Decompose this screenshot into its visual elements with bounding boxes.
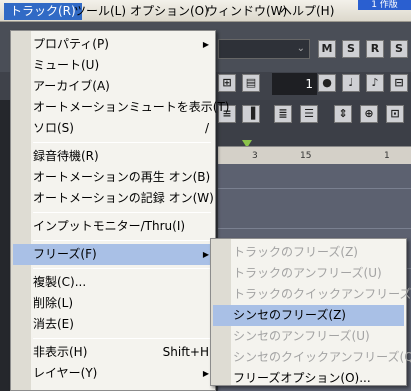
submenu-item-freeze-options[interactable]: フリーズオプション(O)... [213,368,404,389]
ruler-tick-label: 15 [300,151,312,161]
menu-item-duplicate[interactable]: 複製(C)... [13,272,213,293]
menu-item-label: プロパティ(P) [33,37,109,51]
record-button[interactable]: R [366,40,384,58]
submenu-arrow-icon: ▶ [202,369,209,378]
solo-button[interactable]: S [342,40,360,58]
fit-icon[interactable]: ⇕ [334,105,352,123]
submenu-arrow-icon: ▶ [202,40,209,49]
submenu-item-freeze-synth[interactable]: シンセのフリーズ(Z) [213,305,404,326]
submenu-item-freeze-track[interactable]: トラックのフリーズ(Z) [213,242,404,263]
menu-item-label: フリーズ(F) [33,247,97,261]
menu-separator [33,142,211,143]
bars-icon[interactable]: ▐ [242,105,260,123]
menu-separator [33,338,211,339]
menu-help[interactable]: ヘルプ(H) [274,3,340,20]
menu-item-layer[interactable]: レイヤー(Y) ▶ [13,363,213,384]
menu-lines-icon[interactable]: ☰ [300,105,318,123]
track-dropdown[interactable]: ⌄ [218,39,310,59]
menu-separator [33,268,211,269]
menu-item-label: レイヤー(Y) [33,366,98,380]
menu-item-freeze[interactable]: フリーズ(F) ▶ [13,244,213,265]
tool-icon-a[interactable]: ⊞ [218,74,236,92]
menu-item-archive[interactable]: アーカイブ(A) [13,76,213,97]
menu-item-clear[interactable]: 消去(E) [13,314,213,335]
menu-item-label: 非表示(H) [33,345,88,359]
submenu-item-quick-unfreeze-track[interactable]: トラックのクイックアンフリーズ(Q) [213,284,411,305]
menu-item-record-arm[interactable]: 録音待機(R) [13,146,213,167]
zoom-icon[interactable]: ⊡ [386,105,404,123]
menu-item-properties[interactable]: プロパティ(P) ▶ [13,34,213,55]
submenu-item-unfreeze-track[interactable]: トラックのアンフリーズ(U) [213,263,404,284]
menu-item-automation-playback[interactable]: オートメーションの再生 オン(B) [13,167,213,188]
window-title-fragment: 1 作版 [358,0,411,10]
submenu-arrow-icon: ▶ [202,250,209,259]
shortcut-label: Shift+H [162,345,209,359]
menu-item-solo[interactable]: ソロ(S) / [13,118,213,139]
snap-value-field[interactable]: 1 [272,73,317,95]
note-icon[interactable]: ● [318,74,336,92]
menu-item-show-automation-mute[interactable]: オートメーションミュートを表示(T) [13,97,229,118]
track-divider [218,228,411,229]
menu-item-mute[interactable]: ミュート(U) [13,55,213,76]
time-ruler[interactable]: 3 15 1 [218,146,411,164]
freeze-submenu: トラックのフリーズ(Z) トラックのアンフリーズ(U) トラックのクイックアンフ… [210,238,411,389]
menubar: トラック(R) ツール(L) オプション(O) ウィンドウ(W) ヘルプ(H) … [0,0,411,22]
menu-item-hide[interactable]: 非表示(H) Shift+H [13,342,213,363]
menu-tools[interactable]: ツール(L) [68,3,132,20]
tool-icon-b[interactable]: ▤ [242,74,260,92]
ruler-tick-label: 1 [384,151,390,161]
eighth-note-icon[interactable]: ♪ [366,74,384,92]
menu-separator [33,240,211,241]
menu-item-delete[interactable]: 削除(L) [13,293,213,314]
track-divider [218,188,411,189]
submenu-item-unfreeze-synth[interactable]: シンセのアンフリーズ(U) [213,326,404,347]
expand-icon[interactable]: ⊕ [360,105,378,123]
menu-item-automation-record[interactable]: オートメーションの記録 オン(W) [13,188,214,209]
snap-button[interactable]: S [390,40,408,58]
track-menu: プロパティ(P) ▶ ミュート(U) アーカイブ(A) オートメーションミュート… [10,30,229,391]
submenu-item-quick-unfreeze-synth[interactable]: シンセのクイックアンフリーズ(Q) [213,347,411,368]
align-icon[interactable]: ≣ [274,105,292,123]
menu-item-label: ソロ(S) [33,121,74,135]
track-pane-edge [0,100,10,391]
grid-icon[interactable]: ⊟ [390,74,408,92]
shortcut-label: / [204,121,209,135]
quarter-note-icon[interactable]: ♩ [342,74,360,92]
mute-button[interactable]: M [318,40,336,58]
chevron-down-icon: ⌄ [296,43,305,54]
menu-separator [33,212,211,213]
menu-item-input-monitor[interactable]: インプットモニター/Thru(I) [13,216,213,237]
ruler-tick-label: 3 [252,151,258,161]
